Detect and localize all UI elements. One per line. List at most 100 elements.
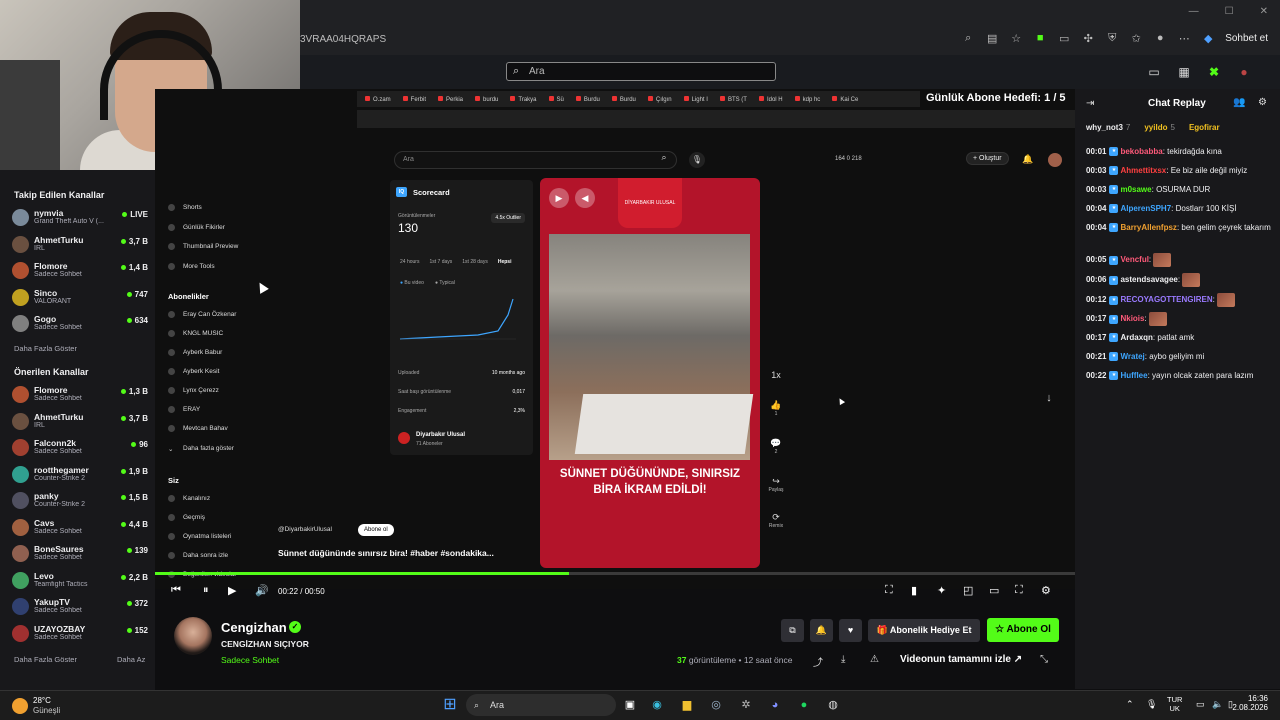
clip-button[interactable]: ⧉ bbox=[781, 619, 804, 642]
streamer-avatar[interactable] bbox=[174, 617, 212, 655]
forward-icon[interactable]: ▶ bbox=[228, 584, 236, 597]
search-input[interactable]: ⌕ Ara bbox=[506, 62, 776, 81]
chat-username[interactable]: Hufflee bbox=[1120, 371, 1147, 380]
mic-tray-icon[interactable]: 🎙 bbox=[1146, 699, 1157, 710]
settings-icon[interactable]: ⚙ bbox=[1041, 584, 1051, 597]
gift-sub-button[interactable]: 🎁 Abonelik Hediye Et bbox=[868, 619, 980, 642]
taskbar-search[interactable]: ⌕ Ara bbox=[466, 694, 616, 716]
chat-username[interactable]: Wratej bbox=[1120, 352, 1144, 361]
fullscreen-icon[interactable]: ⛶ bbox=[1015, 584, 1023, 597]
yt-tab: Ferbit bbox=[399, 96, 430, 103]
theater-mode-icon[interactable]: ▭ bbox=[989, 584, 999, 597]
windows-start-icon[interactable]: ⊞ bbox=[440, 695, 460, 715]
channel-name: nymvia bbox=[34, 208, 64, 218]
show-less[interactable]: Daha Az bbox=[117, 655, 145, 664]
tray-arrow-icon[interactable]: ⌃ bbox=[1126, 699, 1134, 710]
emote-icon bbox=[1148, 312, 1167, 326]
shield-icon[interactable]: ⛨ bbox=[1105, 31, 1119, 45]
notification-bell-icon[interactable]: 🔔 bbox=[810, 619, 833, 642]
file-explorer-icon[interactable]: ▆ bbox=[677, 695, 697, 715]
follow-heart-icon[interactable]: ♥ bbox=[839, 619, 862, 642]
download-icon[interactable]: ⤓ bbox=[841, 654, 845, 665]
discord-icon[interactable]: ◕ bbox=[765, 695, 785, 715]
channel-item[interactable]: rootthegamer Counter-Strike 2 1,9 B bbox=[12, 463, 152, 487]
channel-item[interactable]: Falconn2k Sadece Sohbet 96 bbox=[12, 436, 152, 460]
chat-username[interactable]: m0sawe bbox=[1120, 185, 1151, 194]
collapse-icon[interactable]: ⤡ bbox=[1040, 654, 1048, 665]
chat-username[interactable]: AlperenSPH7 bbox=[1120, 204, 1171, 213]
clip-icon[interactable]: ⛶ bbox=[885, 584, 893, 597]
progress-bar[interactable] bbox=[155, 572, 1075, 575]
chat-username[interactable]: astendsavagee bbox=[1120, 275, 1177, 284]
steam-icon[interactable]: ◎ bbox=[706, 695, 726, 715]
show-more-followed[interactable]: Daha Fazla Göster bbox=[14, 344, 77, 353]
volume-icon[interactable]: 🔊 bbox=[255, 584, 269, 597]
chat-username[interactable]: Ardaxqn bbox=[1120, 333, 1152, 342]
close-icon[interactable]: ✕ bbox=[1260, 6, 1268, 17]
more-icon[interactable]: ⋯ bbox=[1177, 31, 1191, 45]
spotify-icon[interactable]: ● bbox=[794, 695, 814, 715]
favorite-icon[interactable]: ☆ bbox=[1009, 31, 1023, 45]
channel-item[interactable]: Flomore Sadece Sohbet 1,3 B bbox=[12, 383, 152, 407]
subscribe-button[interactable]: ☆ Abone Ol bbox=[987, 618, 1059, 642]
speaker-icon[interactable]: 🔈 bbox=[1212, 699, 1223, 710]
show-more-recommended[interactable]: Daha Fazla Göster bbox=[14, 655, 77, 664]
channel-item[interactable]: UZAYOZBAY Sadece Sohbet 152 bbox=[12, 622, 152, 646]
collapse-chat-icon[interactable]: ⇥ bbox=[1086, 98, 1094, 109]
chat-button[interactable]: Sohbet et bbox=[1225, 33, 1268, 44]
chat-settings-icon[interactable]: ⚙ bbox=[1258, 97, 1267, 108]
edge-icon[interactable]: ◉ bbox=[647, 695, 667, 715]
share-icon[interactable]: ⤴ bbox=[813, 654, 823, 669]
tab-icon[interactable]: ▭ bbox=[1057, 31, 1071, 45]
zoom-icon[interactable]: ⌕ bbox=[961, 31, 975, 45]
extension-icon[interactable]: ■ bbox=[1033, 31, 1047, 45]
user-avatar[interactable]: ● bbox=[1236, 64, 1252, 80]
pause-icon[interactable]: ⏸ bbox=[203, 584, 209, 597]
layout-icon[interactable]: ▦ bbox=[1176, 64, 1192, 80]
reader-icon[interactable]: ▤ bbox=[985, 31, 999, 45]
profile-icon[interactable]: ● bbox=[1153, 31, 1167, 45]
channel-name: Sinco bbox=[34, 287, 58, 298]
channel-item[interactable]: YakupTV Sadece Sohbet 372 bbox=[12, 595, 152, 619]
stats-icon[interactable]: ▮ bbox=[911, 584, 917, 597]
channel-item[interactable]: Gogo Sadece Sohbet 634 bbox=[12, 312, 152, 336]
watch-full-link[interactable]: Videonun tamamını izle ↗ bbox=[900, 654, 1022, 665]
chat-username[interactable]: RECOYAGOTTENGIREN bbox=[1120, 295, 1212, 304]
theater-icon[interactable]: ▭ bbox=[1146, 64, 1162, 80]
network-icon[interactable]: ▭ bbox=[1196, 699, 1205, 710]
collections-icon[interactable]: ✩ bbox=[1129, 31, 1143, 45]
channel-item[interactable]: BoneSaures Sadece Sohbet 139 bbox=[12, 542, 152, 566]
task-view-icon[interactable]: ▣ bbox=[620, 695, 640, 715]
spark-icon[interactable]: ✦ bbox=[937, 584, 946, 597]
channel-item[interactable]: Flomore Sadece Sohbet 1,4 B bbox=[12, 259, 152, 283]
channel-item[interactable]: Levo Teamfight Tactics 2,2 B bbox=[12, 569, 152, 593]
users-icon[interactable]: 👥 bbox=[1233, 97, 1245, 108]
channel-item[interactable]: Cavs Sadece Sohbet 4,4 B bbox=[12, 516, 152, 540]
channel-item[interactable]: Sinco VALORANT 747 bbox=[12, 286, 152, 310]
channel-item[interactable]: AhmetTurku IRL 3,7 B bbox=[12, 233, 152, 257]
language-indicator[interactable]: TUR UK bbox=[1167, 695, 1182, 713]
clock[interactable]: 16:36 2.08.2026 bbox=[1232, 694, 1268, 712]
stream-category[interactable]: Sadece Sohbet bbox=[221, 655, 279, 665]
maximize-icon[interactable]: ☐ bbox=[1225, 6, 1234, 17]
chat-username[interactable]: Vencful bbox=[1120, 255, 1148, 264]
chat-username[interactable]: bekobabba bbox=[1120, 147, 1162, 156]
stream-title: CENGİZHAN SIÇIYOR bbox=[221, 639, 309, 649]
copilot-icon[interactable]: ◆ bbox=[1201, 31, 1215, 45]
chat-username[interactable]: Nkiois bbox=[1120, 314, 1144, 323]
channel-category: IRL bbox=[34, 244, 45, 252]
rewind-icon[interactable]: ⏮ bbox=[171, 584, 181, 597]
puzzle-icon[interactable]: ✣ bbox=[1081, 31, 1095, 45]
streamer-name[interactable]: Cengizhan bbox=[221, 620, 287, 635]
obs-icon[interactable]: ◍ bbox=[823, 695, 843, 715]
chat-username[interactable]: BarryAllenfpsz bbox=[1120, 223, 1176, 232]
report-icon[interactable]: ⚠ bbox=[870, 654, 879, 665]
pip-icon[interactable]: ◰ bbox=[963, 584, 973, 597]
chat-username[interactable]: Ahmettitxsx bbox=[1120, 166, 1166, 175]
kick-logo-icon[interactable]: ✖ bbox=[1206, 64, 1222, 80]
channel-item[interactable]: panky Counter-Strike 2 1,5 B bbox=[12, 489, 152, 513]
settings-app-icon[interactable]: ✲ bbox=[736, 695, 756, 715]
channel-item[interactable]: nymvia Grand Theft Auto V (... LIVE bbox=[12, 206, 152, 230]
minimize-icon[interactable]: — bbox=[1189, 6, 1199, 17]
channel-item[interactable]: AhmetTurku IRL 3,7 B bbox=[12, 410, 152, 434]
